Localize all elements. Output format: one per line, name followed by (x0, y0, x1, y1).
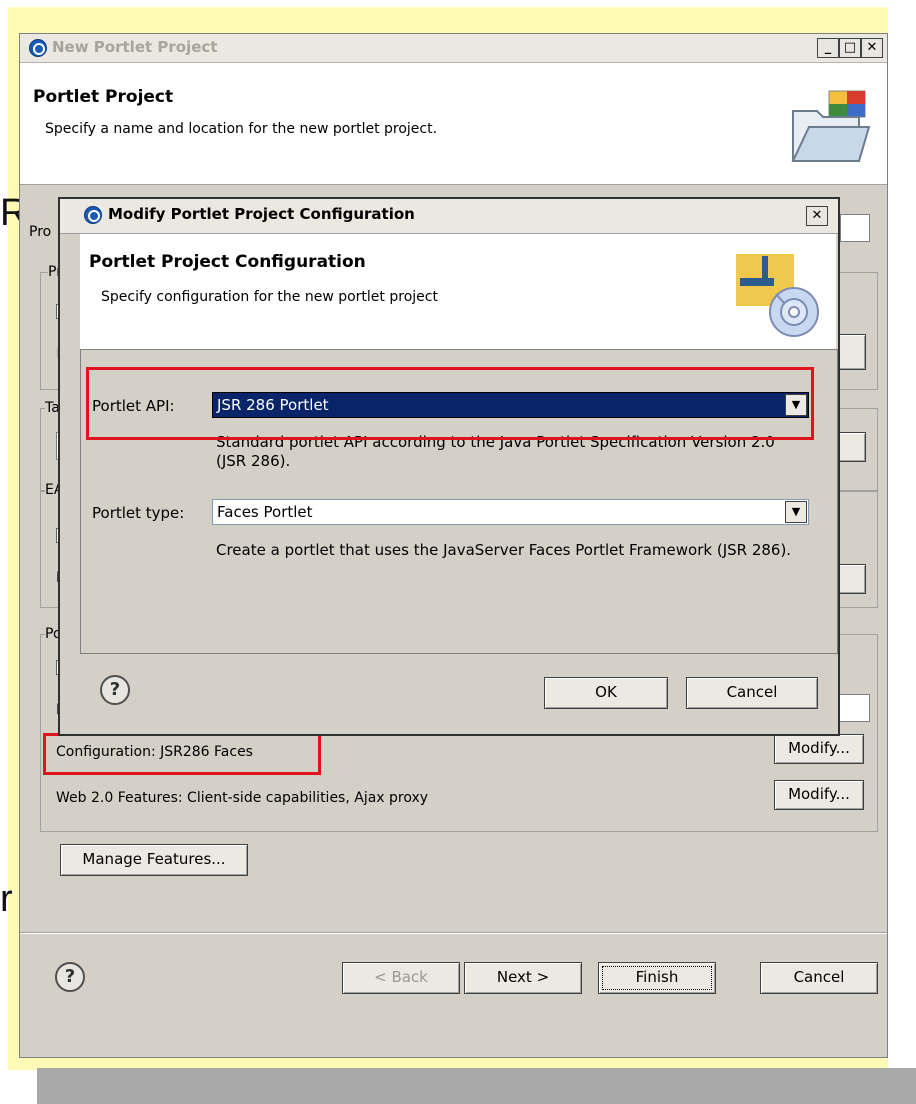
slide-shadow (37, 1068, 916, 1104)
folder-icon (791, 90, 871, 162)
chevron-down-icon[interactable]: ▼ (785, 501, 807, 523)
portlet-name-field[interactable] (838, 694, 870, 722)
project-name-label: Pro (29, 224, 52, 240)
help-icon[interactable]: ? (55, 962, 85, 992)
dialog-app-icon (84, 206, 102, 224)
page-description: Specify a name and location for the new … (45, 121, 438, 137)
configuration-highlight (43, 733, 321, 775)
footer-separator (20, 932, 887, 934)
page-title: Portlet Project (33, 87, 174, 107)
close-button[interactable]: ✕ (861, 38, 883, 58)
wizard-header: Portlet Project Specify a name and locat… (20, 63, 887, 185)
window-title: New Portlet Project (52, 38, 218, 56)
cancel-button[interactable]: Cancel (760, 962, 878, 994)
dialog-cancel-button[interactable]: Cancel (686, 677, 818, 709)
finish-button[interactable]: Finish (598, 962, 716, 994)
dialog-header-description: Specify configuration for the new portle… (101, 289, 438, 305)
configuration-icon (736, 254, 819, 337)
maximize-button[interactable]: □ (839, 38, 861, 58)
next-button[interactable]: Next > (464, 962, 582, 994)
ok-button[interactable]: OK (544, 677, 668, 709)
dialog-close-button[interactable]: ✕ (806, 206, 828, 226)
web20-features-label: Web 2.0 Features: Client-side capabiliti… (56, 790, 429, 806)
dialog-title: Modify Portlet Project Configuration (108, 205, 415, 223)
modify-configuration-button[interactable]: Modify... (774, 734, 864, 764)
minimize-button[interactable]: _ (817, 38, 839, 58)
portlet-type-value: Faces Portlet (217, 503, 313, 521)
modify-configuration-dialog: Modify Portlet Project Configuration ✕ P… (58, 197, 840, 736)
project-name-field[interactable] (840, 214, 870, 242)
new-runtime-button[interactable] (838, 432, 866, 462)
dialog-header: Portlet Project Configuration Specify co… (80, 234, 836, 350)
portlet-type-label: Portlet type: (92, 504, 185, 522)
dialog-title-bar: Modify Portlet Project Configuration ✕ (60, 199, 838, 234)
background-text-fragment: r (0, 878, 13, 920)
portlet-type-description: Create a portlet that uses the JavaServe… (216, 541, 792, 559)
app-icon (29, 39, 47, 57)
browse-button[interactable] (838, 334, 866, 370)
title-bar: New Portlet Project _ □ ✕ (20, 34, 887, 63)
portlet-api-highlight (86, 367, 814, 440)
manage-features-button[interactable]: Manage Features... (60, 844, 248, 876)
modify-web20-button[interactable]: Modify... (774, 780, 864, 810)
help-icon[interactable]: ? (100, 675, 130, 705)
portlet-type-combo[interactable]: Faces Portlet ▼ (212, 499, 809, 525)
new-ear-button[interactable] (838, 564, 866, 594)
back-button[interactable]: < Back (342, 962, 460, 994)
dialog-header-title: Portlet Project Configuration (89, 252, 366, 272)
